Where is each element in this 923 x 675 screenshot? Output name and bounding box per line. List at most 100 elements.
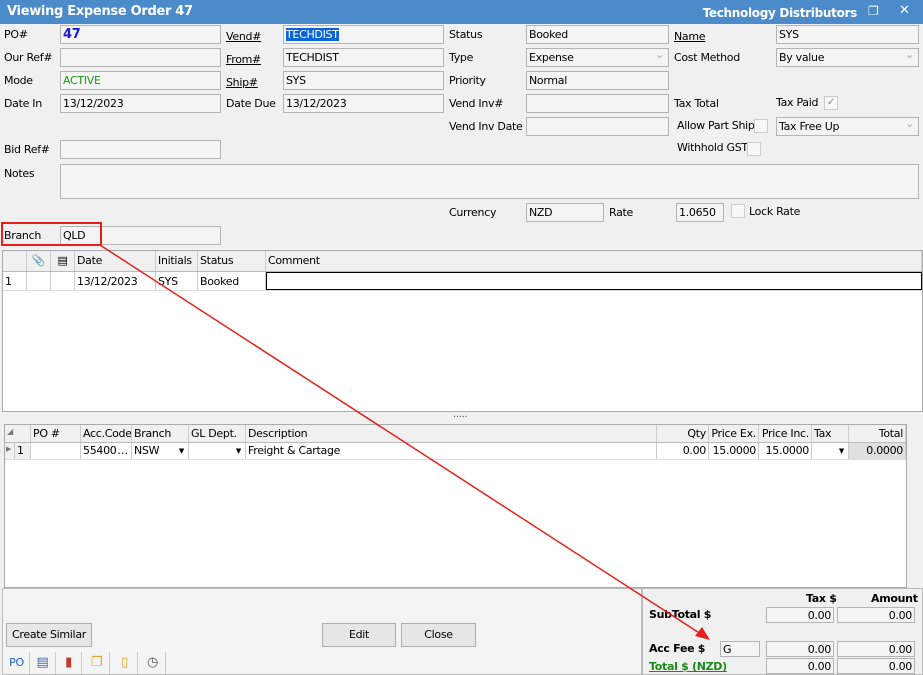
allow-part-ship-checkbox[interactable] bbox=[754, 119, 768, 133]
from-label[interactable]: From# bbox=[226, 53, 261, 66]
subtotal-label: SubTotal $ bbox=[649, 608, 712, 621]
mode-label: Mode bbox=[4, 74, 33, 87]
priority-field[interactable]: Normal bbox=[526, 71, 669, 90]
vend-inv-date-field[interactable] bbox=[526, 117, 669, 136]
row-branch[interactable]: NSW ▼ bbox=[132, 443, 189, 459]
row-date: 13/12/2023 bbox=[75, 272, 156, 290]
edit-button[interactable]: Edit bbox=[322, 623, 396, 647]
acc-fee-tax[interactable]: 0.00 bbox=[766, 641, 834, 657]
col-qty[interactable]: Qty bbox=[657, 425, 709, 442]
log-grid[interactable]: 📎 ▤ Date Initials Status Comment 1 13/12… bbox=[2, 250, 923, 412]
col-description[interactable]: Description bbox=[246, 425, 657, 442]
row-acc-code[interactable]: 55400… bbox=[81, 443, 132, 459]
window-title: Viewing Expense Order 47 bbox=[7, 4, 193, 19]
col-tax[interactable]: Tax bbox=[812, 425, 849, 442]
table-row[interactable]: 1 13/12/2023 SYS Booked bbox=[3, 272, 922, 291]
cost-method-dropdown[interactable]: By value bbox=[776, 48, 919, 67]
rate-field[interactable]: 1.0650 bbox=[676, 203, 724, 222]
dropdown-arrow-icon[interactable]: ▼ bbox=[236, 447, 241, 455]
restore-icon[interactable]: ❐ bbox=[868, 4, 879, 18]
amount-header: Amount bbox=[871, 592, 918, 605]
vend-field[interactable]: TECHDIST bbox=[283, 25, 444, 44]
ship-label[interactable]: Ship# bbox=[226, 76, 258, 89]
col-price-inc[interactable]: Price Inc. bbox=[759, 425, 812, 442]
row-tax[interactable]: ▼ bbox=[812, 443, 849, 459]
dropdown-arrow-icon[interactable]: ▼ bbox=[179, 447, 184, 455]
vend-inv-label: Vend Inv# bbox=[449, 97, 504, 110]
row-num: 1 bbox=[15, 443, 31, 459]
name-label[interactable]: Name bbox=[674, 30, 706, 43]
create-similar-button[interactable]: Create Similar bbox=[6, 623, 92, 647]
total-label: Total $ (NZD) bbox=[649, 660, 727, 673]
col-gl-dept[interactable]: GL Dept. bbox=[189, 425, 246, 442]
close-icon[interactable]: ✕ bbox=[899, 3, 910, 18]
row-num: 1 bbox=[3, 272, 27, 290]
dropdown-arrow-icon[interactable]: ▼ bbox=[839, 447, 844, 455]
row-price-inc[interactable]: 15.0000 bbox=[759, 443, 812, 459]
row-total: 0.0000 bbox=[849, 443, 906, 459]
branch-label: Branch bbox=[4, 229, 42, 242]
withhold-gst-checkbox[interactable] bbox=[747, 142, 761, 156]
row-indicator-icon: ▶ bbox=[5, 443, 15, 459]
clipboard-icon[interactable]: ▯ bbox=[112, 652, 138, 674]
row-status: Booked bbox=[198, 272, 266, 290]
currency-field[interactable]: NZD bbox=[526, 203, 604, 222]
copy-icon[interactable]: ❐ bbox=[84, 652, 110, 674]
attachment-icon[interactable]: 📎 bbox=[27, 251, 51, 271]
vend-label[interactable]: Vend# bbox=[226, 30, 261, 43]
date-in-field[interactable]: 13/12/2023 bbox=[60, 94, 221, 113]
date-due-label: Date Due bbox=[226, 97, 276, 110]
log-grid-header: 📎 ▤ Date Initials Status Comment bbox=[3, 251, 922, 272]
col-price-ex[interactable]: Price Ex. bbox=[709, 425, 759, 442]
note-icon[interactable]: ▤ bbox=[51, 251, 75, 271]
row-comment[interactable] bbox=[266, 272, 922, 290]
po-label: PO# bbox=[4, 28, 28, 41]
from-field[interactable]: TECHDIST bbox=[283, 48, 444, 67]
col-initials[interactable]: Initials bbox=[156, 251, 198, 271]
tab-po[interactable]: PO bbox=[4, 652, 30, 674]
lines-grid[interactable]: ◢ PO # Acc.Code Branch GL Dept. Descript… bbox=[4, 424, 907, 588]
row-qty[interactable]: 0.00 bbox=[657, 443, 709, 459]
row-po[interactable] bbox=[31, 443, 81, 459]
total-amount: 0.00 bbox=[837, 658, 915, 674]
col-status[interactable]: Status bbox=[198, 251, 266, 271]
row-description[interactable]: Freight & Cartage bbox=[246, 443, 657, 459]
col-po[interactable]: PO # bbox=[31, 425, 81, 442]
acc-fee-amount[interactable]: 0.00 bbox=[837, 641, 915, 657]
col-acc-code[interactable]: Acc.Code bbox=[81, 425, 132, 442]
lock-rate-checkbox[interactable] bbox=[731, 204, 745, 218]
vend-inv-field[interactable] bbox=[526, 94, 669, 113]
clipboard-red-icon[interactable]: ▮ bbox=[56, 652, 82, 674]
ellipsis-button-icon[interactable]: … bbox=[117, 444, 128, 457]
notes-field[interactable] bbox=[60, 164, 919, 199]
row-gl-dept[interactable]: ▼ bbox=[189, 443, 246, 459]
total-tax: 0.00 bbox=[766, 658, 834, 674]
tax-free-dropdown[interactable]: Tax Free Up bbox=[776, 117, 919, 136]
col-total[interactable]: Total bbox=[849, 425, 906, 442]
col-date[interactable]: Date bbox=[75, 251, 156, 271]
tax-total-label: Tax Total bbox=[674, 97, 719, 110]
type-dropdown[interactable]: Expense bbox=[526, 48, 669, 67]
history-icon[interactable]: ◷ bbox=[140, 652, 166, 674]
tax-paid-checkbox[interactable]: ✓ bbox=[824, 96, 838, 110]
row-price-ex[interactable]: 15.0000 bbox=[709, 443, 759, 459]
table-row[interactable]: ▶ 1 55400… NSW ▼ ▼ Freight & Cartage 0.00… bbox=[5, 443, 906, 460]
our-ref-field[interactable] bbox=[60, 48, 221, 67]
col-branch[interactable]: Branch bbox=[132, 425, 189, 442]
ship-field[interactable]: SYS bbox=[283, 71, 444, 90]
col-comment[interactable]: Comment bbox=[266, 251, 922, 271]
cost-method-label: Cost Method bbox=[674, 51, 740, 64]
select-all-icon[interactable]: ◢ bbox=[5, 425, 31, 442]
acc-fee-label: Acc Fee $ bbox=[649, 642, 706, 655]
date-due-field[interactable]: 13/12/2023 bbox=[283, 94, 444, 113]
close-button[interactable]: Close bbox=[401, 623, 476, 647]
title-bar: Viewing Expense Order 47 Technology Dist… bbox=[0, 0, 923, 24]
name-field[interactable]: SYS bbox=[776, 25, 919, 44]
po-field[interactable]: 47 bbox=[60, 25, 221, 44]
acc-fee-code[interactable]: G bbox=[720, 641, 760, 657]
splitter-handle[interactable]: ..... bbox=[453, 409, 468, 420]
document-icon[interactable]: ▤ bbox=[30, 652, 56, 674]
branch-field[interactable]: QLD bbox=[60, 226, 221, 245]
bid-ref-field[interactable] bbox=[60, 140, 221, 159]
date-in-label: Date In bbox=[4, 97, 42, 110]
